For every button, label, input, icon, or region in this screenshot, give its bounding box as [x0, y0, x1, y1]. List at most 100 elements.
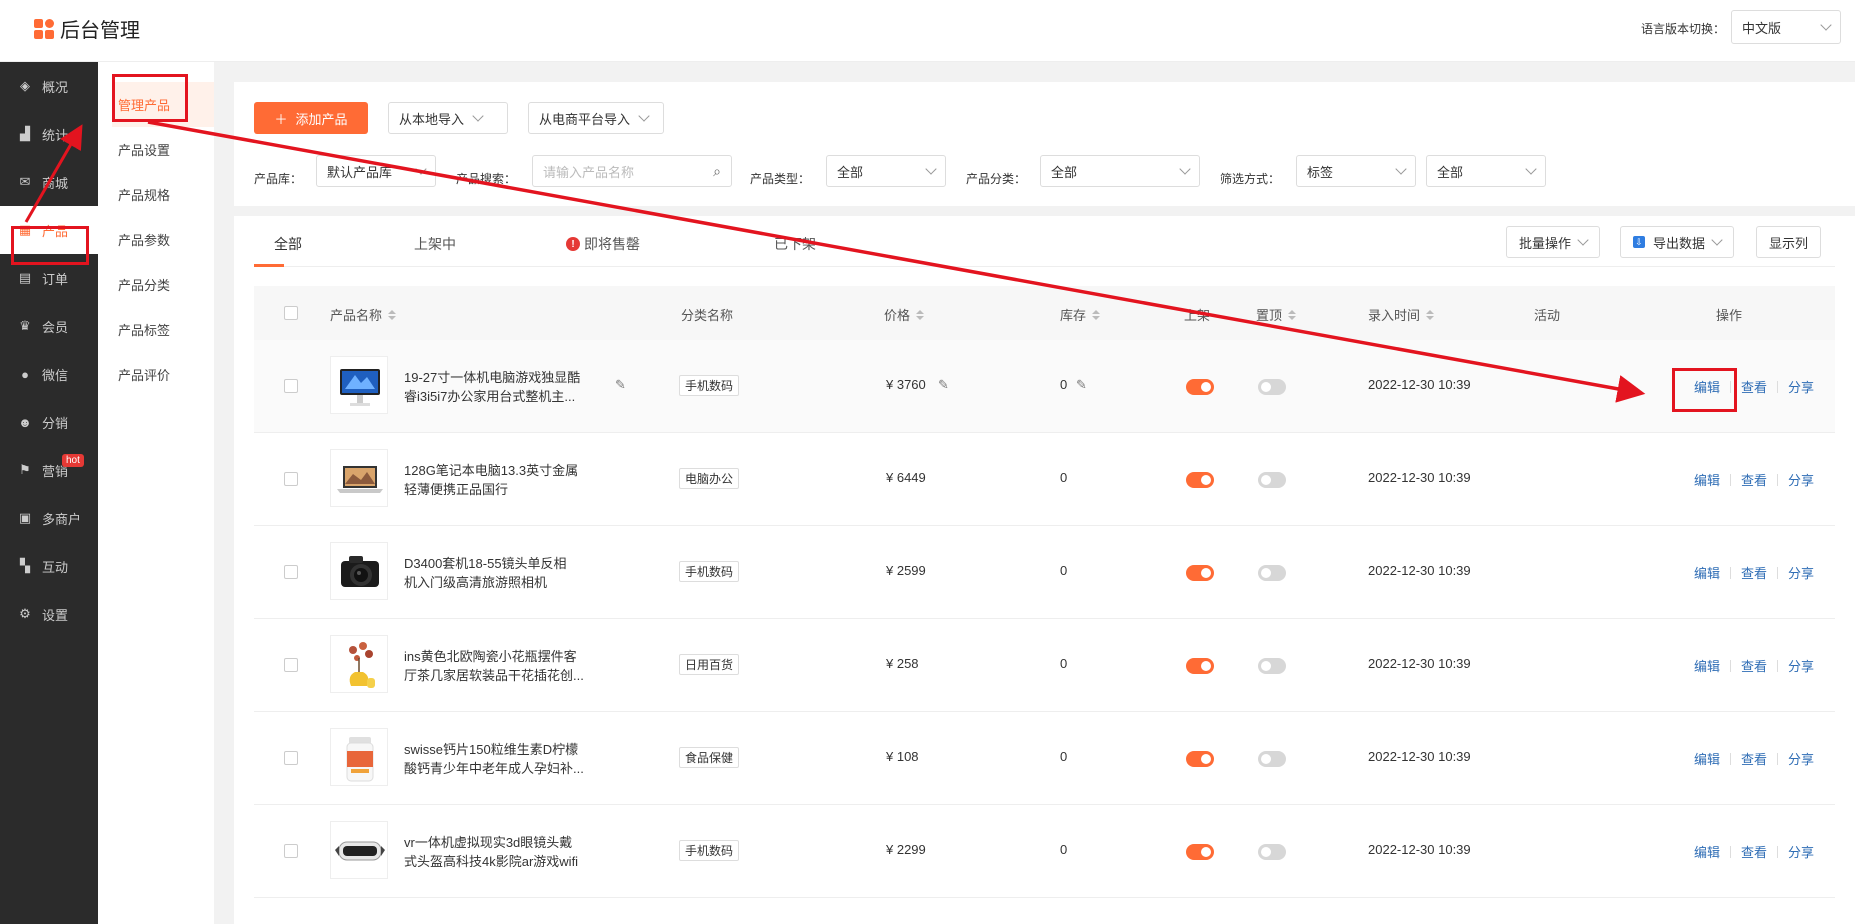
view-link[interactable]: 查看: [1741, 656, 1767, 675]
sort-icon: [1092, 309, 1101, 320]
col-activity: 活动: [1534, 308, 1561, 323]
select-all-checkbox[interactable]: [284, 306, 298, 320]
show-columns-button[interactable]: 显示列: [1756, 226, 1822, 258]
edit-link[interactable]: 编辑: [1694, 470, 1720, 489]
batch-ops-button[interactable]: 批量操作: [1506, 226, 1601, 258]
share-link[interactable]: 分享: [1788, 749, 1814, 768]
shelf-toggle[interactable]: [1186, 472, 1214, 488]
product-name[interactable]: swisse钙片150粒维生素D柠檬 酸钙青少年中老年成人孕妇补...: [404, 740, 589, 778]
export-button[interactable]: ⇩ 导出数据: [1620, 226, 1735, 258]
product-thumbnail: [330, 356, 388, 414]
sidebar-item-distribution[interactable]: ☻ 分销: [0, 398, 98, 446]
category-tag: 手机数码: [679, 840, 740, 861]
edit-price-icon[interactable]: ✎: [938, 377, 952, 392]
sidebar-item-merchants[interactable]: ▣ 多商户: [0, 494, 98, 542]
search-icon[interactable]: ⌕: [713, 163, 721, 180]
top-toggle[interactable]: [1258, 844, 1286, 860]
edit-name-icon[interactable]: ✎: [615, 377, 629, 392]
row-checkbox[interactable]: [284, 565, 298, 579]
view-link[interactable]: 查看: [1741, 377, 1767, 396]
sidebar-item-stats[interactable]: ▟ 统计: [0, 110, 98, 158]
language-select[interactable]: 中文版: [1731, 10, 1841, 44]
filter-value-select[interactable]: 全部: [1426, 155, 1546, 187]
sidebar-item-mall[interactable]: ✉ 商城: [0, 158, 98, 206]
top-toggle[interactable]: [1258, 472, 1286, 488]
view-link[interactable]: 查看: [1741, 470, 1767, 489]
edit-link[interactable]: 编辑: [1694, 563, 1720, 582]
table-row: swisse钙片150粒维生素D柠檬 酸钙青少年中老年成人孕妇补... 食品保健 …: [254, 712, 1835, 805]
share-link[interactable]: 分享: [1788, 377, 1814, 396]
share-link[interactable]: 分享: [1788, 656, 1814, 675]
tab-low-stock[interactable]: ! 即将售罄: [566, 234, 640, 254]
sidebar-item-overview[interactable]: ◈ 概况: [0, 62, 98, 110]
submenu-item-reviews[interactable]: 产品评价: [98, 352, 214, 397]
submenu-item-params[interactable]: 产品参数: [98, 217, 214, 262]
submenu-item-specs[interactable]: 产品规格: [98, 172, 214, 217]
edit-link[interactable]: 编辑: [1694, 842, 1720, 861]
col-name[interactable]: 产品名称: [330, 305, 397, 324]
top-toggle[interactable]: [1258, 658, 1286, 674]
view-link[interactable]: 查看: [1741, 842, 1767, 861]
row-checkbox[interactable]: [284, 472, 298, 486]
sidebar-item-interact[interactable]: ▚ 互动: [0, 542, 98, 590]
tab-off-shelf[interactable]: 已下架: [774, 234, 816, 254]
col-price[interactable]: 价格: [884, 305, 925, 324]
share-link[interactable]: 分享: [1788, 842, 1814, 861]
category-tag: 食品保健: [679, 747, 740, 768]
library-select[interactable]: 默认产品库: [316, 155, 436, 187]
created-time: 2022-12-30 10:39: [1368, 563, 1471, 578]
col-time-label: 录入时间: [1368, 308, 1421, 323]
tab-on-shelf[interactable]: 上架中: [414, 234, 456, 254]
row-checkbox[interactable]: [284, 379, 298, 393]
created-time: 2022-12-30 10:39: [1368, 842, 1471, 857]
product-name[interactable]: 128G笔记本电脑13.3英寸金属 轻薄便携正品国行: [404, 461, 589, 499]
product-name[interactable]: D3400套机18-55镜头单反相 机入门级高清旅游照相机: [404, 554, 589, 592]
add-product-button[interactable]: ＋ 添加产品: [254, 102, 368, 134]
shelf-toggle[interactable]: [1186, 565, 1214, 581]
submenu-item-tags[interactable]: 产品标签: [98, 307, 214, 352]
row-checkbox[interactable]: [284, 844, 298, 858]
col-time[interactable]: 录入时间: [1368, 305, 1435, 324]
flag-icon: ⚑: [19, 462, 31, 477]
top-toggle[interactable]: [1258, 379, 1286, 395]
sidebar-item-members[interactable]: ♛ 会员: [0, 302, 98, 350]
type-select[interactable]: 全部: [826, 155, 946, 187]
category-select[interactable]: 全部: [1040, 155, 1200, 187]
top-toggle[interactable]: [1258, 751, 1286, 767]
view-link[interactable]: 查看: [1741, 563, 1767, 582]
share-link[interactable]: 分享: [1788, 470, 1814, 489]
submenu-item-category[interactable]: 产品分类: [98, 262, 214, 307]
stock-value: 0: [1060, 563, 1068, 578]
share-link[interactable]: 分享: [1788, 563, 1814, 582]
tab-all[interactable]: 全部: [274, 234, 302, 254]
row-checkbox[interactable]: [284, 751, 298, 765]
stock-value: 0: [1060, 749, 1068, 764]
edit-stock-icon[interactable]: ✎: [1076, 377, 1090, 392]
col-top[interactable]: 置顶: [1256, 305, 1297, 324]
filter-mode-select[interactable]: 标签: [1296, 155, 1416, 187]
row-checkbox[interactable]: [284, 658, 298, 672]
edit-link[interactable]: 编辑: [1694, 656, 1720, 675]
top-toggle[interactable]: [1258, 565, 1286, 581]
view-link[interactable]: 查看: [1741, 749, 1767, 768]
sidebar-item-wechat[interactable]: ● 微信: [0, 350, 98, 398]
sidebar-item-settings[interactable]: ⚙ 设置: [0, 590, 98, 638]
shelf-toggle[interactable]: [1186, 379, 1214, 395]
col-stock[interactable]: 库存: [1060, 305, 1101, 324]
shelf-toggle[interactable]: [1186, 844, 1214, 860]
table-header: 产品名称 分类名称 价格 库存 上架 置顶 录入时间 活动 操作: [254, 286, 1835, 340]
product-name[interactable]: vr一体机虚拟现实3d眼镜头戴 式头盔高科技4k影院ar游戏wifi: [404, 833, 589, 871]
edit-link[interactable]: 编辑: [1694, 749, 1720, 768]
price-value: ¥ 3760: [886, 377, 926, 392]
shelf-toggle[interactable]: [1186, 751, 1214, 767]
sidebar-item-marketing[interactable]: ⚑ 营销 hot: [0, 446, 98, 494]
import-local-dropdown[interactable]: 从本地导入: [388, 102, 508, 134]
import-platform-dropdown[interactable]: 从电商平台导入: [528, 102, 664, 134]
product-search-input[interactable]: 请输入产品名称 ⌕: [532, 155, 732, 187]
shelf-toggle[interactable]: [1186, 658, 1214, 674]
row-actions: 编辑 查看 分享: [1694, 563, 1814, 582]
product-name[interactable]: 19-27寸一体机电脑游戏独显酷 睿i3i5i7办公家用台式整机主...: [404, 368, 589, 406]
submenu-item-settings[interactable]: 产品设置: [98, 127, 214, 172]
logo: 后台管理: [34, 14, 140, 43]
product-name[interactable]: ins黄色北欧陶瓷小花瓶摆件客 厅茶几家居软装品干花插花创...: [404, 647, 589, 685]
